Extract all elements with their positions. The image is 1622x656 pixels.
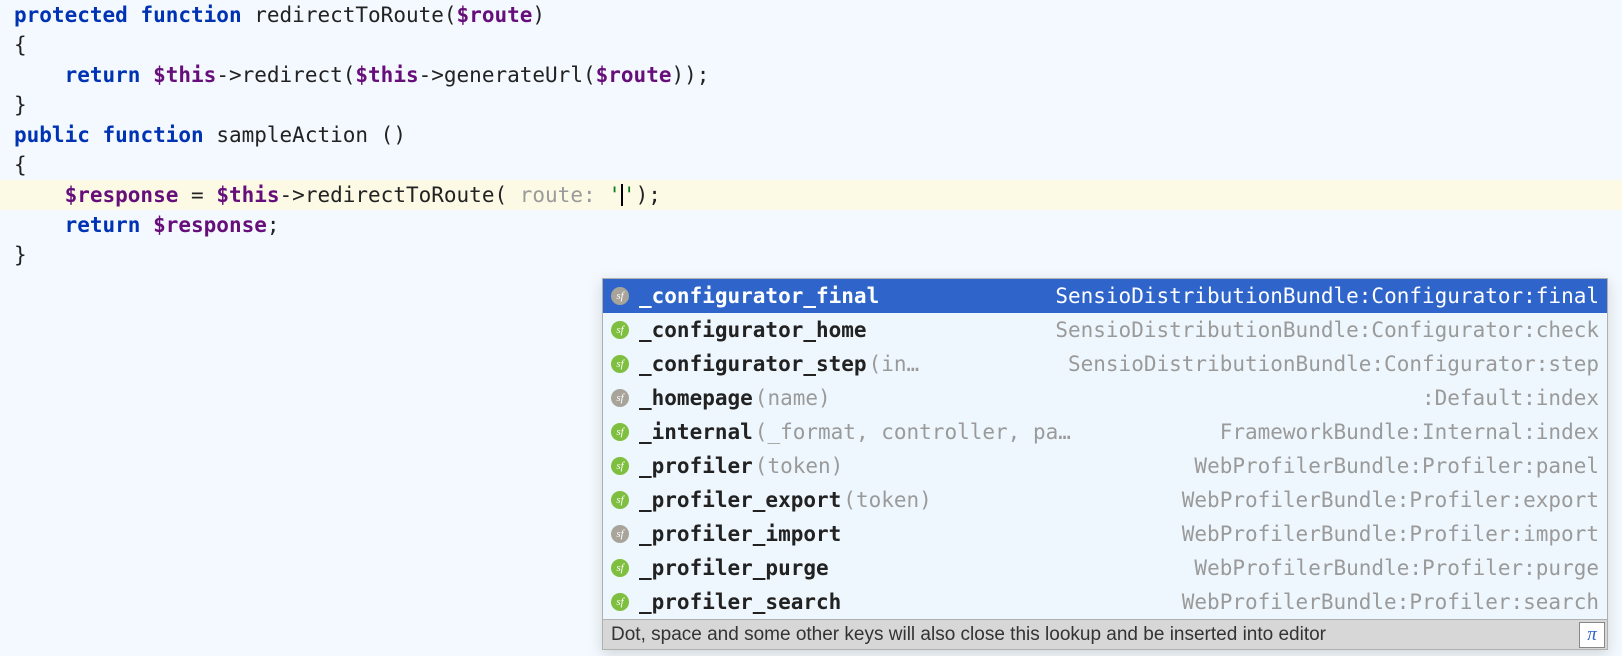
completion-location: WebProfilerBundle:Profiler:import (1168, 522, 1599, 546)
completion-location: SensioDistributionBundle:Configurator:st… (1054, 352, 1599, 376)
string-close: ' (623, 183, 636, 207)
completion-label: _profiler_search (639, 590, 841, 614)
code-line: protected function redirectToRoute($rout… (0, 0, 1622, 30)
completion-list[interactable]: sf _configurator_final SensioDistributionB… (603, 279, 1607, 619)
completion-params: (token) (843, 488, 932, 512)
code-line: return $this->redirect($this->generateUr… (0, 60, 1622, 90)
symfony-icon: sf (611, 423, 629, 441)
completion-label: _configurator_final (639, 284, 879, 308)
completion-location: WebProfilerBundle:Profiler:export (1168, 488, 1599, 512)
var-this: $this (216, 183, 279, 207)
completion-item[interactable]: sf _configurator_final SensioDistributionB… (603, 279, 1607, 313)
symfony-icon: sf (611, 355, 629, 373)
completion-item[interactable]: sf _homepage(name) :Default:index (603, 381, 1607, 415)
completion-label: _profiler_purge (639, 556, 829, 580)
brace-open: { (14, 153, 27, 177)
var-response: $response (65, 183, 179, 207)
completion-item[interactable]: sf _configurator_home SensioDistributionBu… (603, 313, 1607, 347)
code-line: { (0, 30, 1622, 60)
completion-popup: sf _configurator_final SensioDistributionB… (602, 278, 1608, 650)
completion-label: _profiler_import (639, 522, 841, 546)
code-line: } (0, 90, 1622, 120)
code-line: public function sampleAction () (0, 120, 1622, 150)
footer-hint: Dot, space and some other keys will also… (611, 624, 1326, 646)
symfony-icon: sf (611, 593, 629, 611)
completion-location: WebProfilerBundle:Profiler:search (1168, 590, 1599, 614)
symfony-icon: sf (611, 389, 629, 407)
symfony-icon: sf (611, 525, 629, 543)
kw-return: return (65, 213, 141, 237)
completion-params: (token) (755, 454, 844, 478)
code-line: } (0, 240, 1622, 270)
var-this: $this (355, 63, 418, 87)
completion-location: WebProfilerBundle:Profiler:panel (1180, 454, 1599, 478)
completion-item[interactable]: sf _profiler_purge WebProfilerBundle:Profi… (603, 551, 1607, 585)
string-open: ' (608, 183, 621, 207)
completion-item[interactable]: sf _profiler_search WebProfilerBundle:Prof… (603, 585, 1607, 619)
code-line: { (0, 150, 1622, 180)
code-editor[interactable]: protected function redirectToRoute($rout… (0, 0, 1622, 656)
param-hint: route: (520, 183, 596, 207)
brace-open: { (14, 33, 27, 57)
symfony-icon: sf (611, 491, 629, 509)
var-route: $route (457, 3, 533, 27)
completion-label: _internal (639, 420, 753, 444)
completion-item[interactable]: sf _configurator_step(in… SensioDistributi… (603, 347, 1607, 381)
completion-location: SensioDistributionBundle:Configurator:fi… (1041, 284, 1599, 308)
completion-params: (_format, controller, pa… (755, 420, 1071, 444)
completion-label: _configurator_home (639, 318, 867, 342)
completion-location: WebProfilerBundle:Profiler:purge (1180, 556, 1599, 580)
completion-label: _profiler_export (639, 488, 841, 512)
completion-label: _configurator_step (639, 352, 867, 376)
completion-item[interactable]: sf _profiler_export(token) WebProfilerBund… (603, 483, 1607, 517)
symfony-icon: sf (611, 457, 629, 475)
kw-function: function (140, 3, 241, 27)
completion-item[interactable]: sf _profiler(token) WebProfilerBundle:Prof… (603, 449, 1607, 483)
fn-name: redirectToRoute( (242, 3, 457, 27)
brace-close: } (14, 243, 27, 267)
completion-label: _homepage (639, 386, 753, 410)
var-response: $response (153, 213, 267, 237)
completion-item[interactable]: sf _internal(_format, controller, pa… Fram… (603, 415, 1607, 449)
pi-button[interactable]: π (1579, 622, 1605, 648)
completion-label: _profiler (639, 454, 753, 478)
completion-params: (in… (869, 352, 920, 376)
completion-location: :Default:index (1408, 386, 1599, 410)
completion-footer: Dot, space and some other keys will also… (603, 619, 1607, 649)
code-line: return $response; (0, 210, 1622, 240)
kw-protected: protected (14, 3, 128, 27)
paren-close: ) (532, 3, 545, 27)
completion-item[interactable]: sf _profiler_import WebProfilerBundle:Prof… (603, 517, 1607, 551)
kw-public: public (14, 123, 90, 147)
kw-return: return (65, 63, 141, 87)
kw-function: function (103, 123, 204, 147)
var-route: $route (596, 63, 672, 87)
symfony-icon: sf (611, 287, 629, 305)
code-line-current[interactable]: $response = $this->redirectToRoute( rout… (0, 180, 1622, 210)
completion-location: FrameworkBundle:Internal:index (1206, 420, 1599, 444)
symfony-icon: sf (611, 559, 629, 577)
completion-params: (name) (755, 386, 831, 410)
symfony-icon: sf (611, 321, 629, 339)
var-this: $this (153, 63, 216, 87)
completion-location: SensioDistributionBundle:Configurator:ch… (1041, 318, 1599, 342)
fn-name: sampleAction () (204, 123, 406, 147)
brace-close: } (14, 93, 27, 117)
